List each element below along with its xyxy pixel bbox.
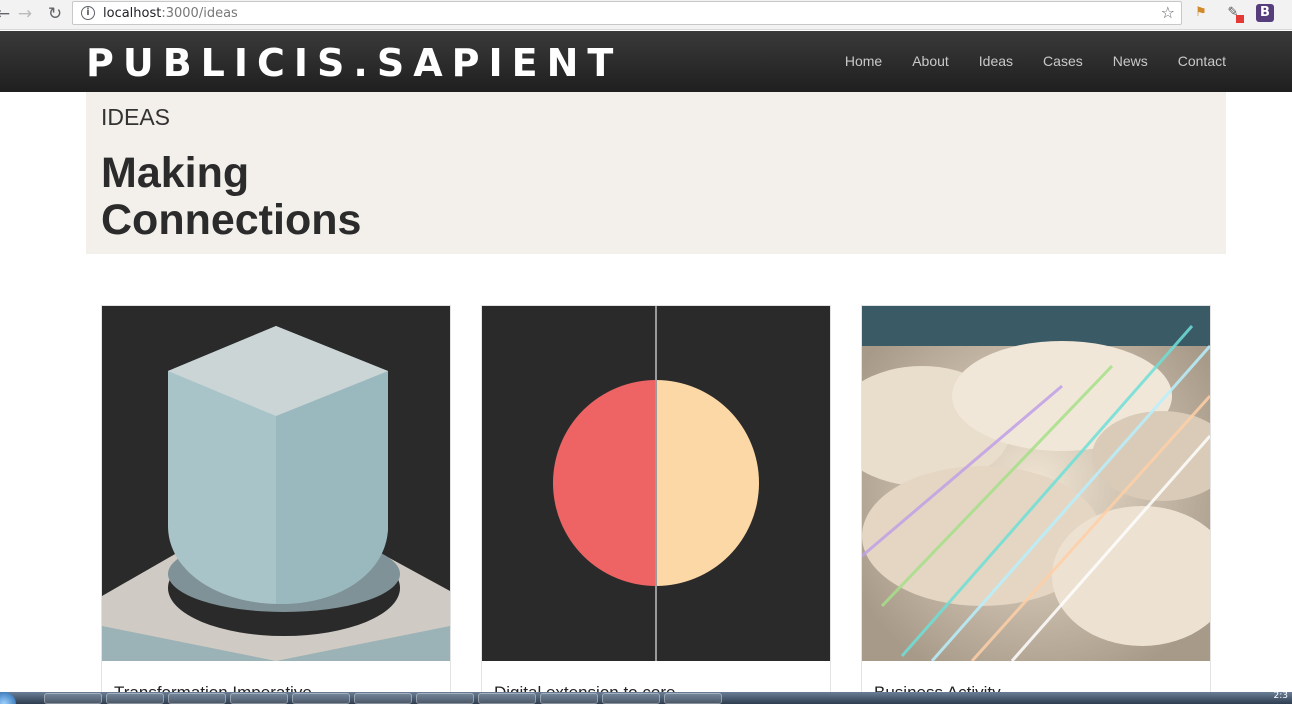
start-button-icon[interactable]: [0, 692, 16, 704]
os-taskbar: 2:3: [0, 691, 1292, 704]
card-image-split-circle[interactable]: [482, 306, 830, 661]
card-image-cube[interactable]: [102, 306, 450, 661]
nav-cases[interactable]: Cases: [1043, 53, 1083, 69]
taskbar-app-media-icon[interactable]: [540, 693, 598, 704]
nav-ideas[interactable]: Ideas: [979, 53, 1013, 69]
nav-news[interactable]: News: [1113, 53, 1148, 69]
taskbar-app-tools-icon[interactable]: [602, 693, 660, 704]
page-title: Making Connections: [101, 149, 362, 244]
extension-badge: [1236, 15, 1244, 23]
site-header: PUBLICIS.SAPIENT Home About Ideas Cases …: [0, 31, 1292, 92]
taskbar-app-terminal-icon[interactable]: [416, 693, 474, 704]
nav-home[interactable]: Home: [845, 53, 882, 69]
taskbar-clock[interactable]: 2:3: [1274, 691, 1288, 701]
taskbar-app-ie-icon[interactable]: [44, 693, 102, 704]
taskbar-app-editor-icon[interactable]: [292, 693, 350, 704]
idea-card[interactable]: Transformation Imperative: [101, 305, 451, 704]
taskbar-app-mail-icon[interactable]: [478, 693, 536, 704]
forward-arrow-icon[interactable]: →: [14, 3, 36, 25]
bootstrap-extension-icon[interactable]: B: [1256, 4, 1274, 22]
extension-flag-icon[interactable]: ⚑: [1192, 4, 1210, 22]
back-arrow-icon[interactable]: ←: [0, 3, 14, 25]
idea-card[interactable]: Digital extension to core: [481, 305, 831, 704]
bookmark-star-icon[interactable]: ☆: [1161, 3, 1175, 22]
taskbar-app-explorer-icon[interactable]: [354, 693, 412, 704]
nav-contact[interactable]: Contact: [1178, 53, 1226, 69]
reload-icon[interactable]: ↻: [44, 3, 66, 25]
extension-eyedropper-icon[interactable]: ✎: [1224, 4, 1244, 23]
site-logo[interactable]: PUBLICIS.SAPIENT: [86, 41, 622, 85]
browser-toolbar: ← → ↻ i localhost:3000/ideas ☆ ⚑ ✎ B: [0, 0, 1292, 30]
hero-banner: IDEAS Making Connections: [86, 92, 1226, 254]
idea-card[interactable]: Business Activity: [861, 305, 1211, 704]
taskbar-app-folder-icon[interactable]: [168, 693, 226, 704]
taskbar-app-chrome-icon[interactable]: [106, 693, 164, 704]
card-image-clouds[interactable]: [862, 306, 1210, 661]
main-nav: Home About Ideas Cases News Contact: [815, 53, 1226, 69]
info-icon[interactable]: i: [81, 6, 95, 20]
nav-about[interactable]: About: [912, 53, 949, 69]
taskbar-app-globe-icon[interactable]: [664, 693, 722, 704]
address-bar[interactable]: i localhost:3000/ideas ☆: [72, 1, 1182, 25]
section-kicker: IDEAS: [101, 104, 171, 130]
url-host: localhost: [103, 6, 162, 21]
url-path: :3000/ideas: [161, 6, 238, 21]
taskbar-app-paint-icon[interactable]: [230, 693, 288, 704]
url-text: localhost:3000/ideas: [103, 6, 238, 21]
